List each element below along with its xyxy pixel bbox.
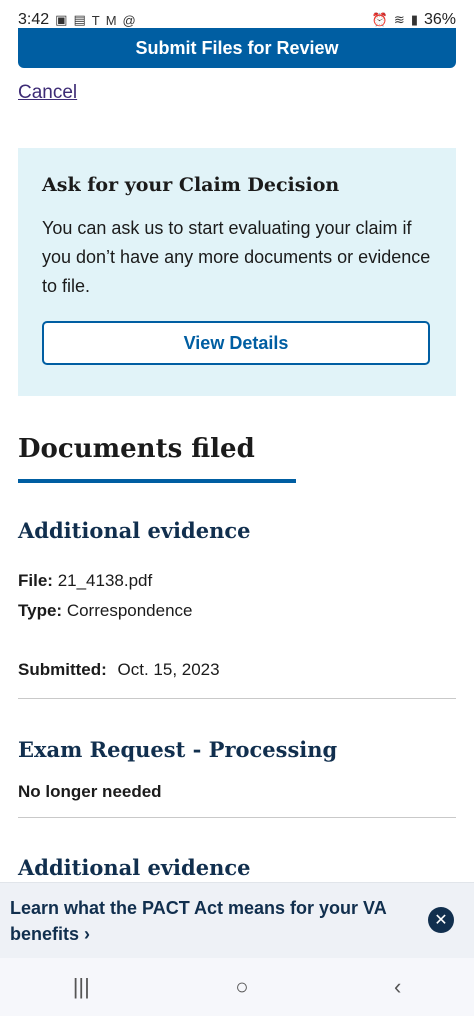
at-icon: @ xyxy=(122,12,136,28)
gmail-icon: M xyxy=(105,12,117,28)
file-label: File: xyxy=(18,571,53,590)
document-status: No longer needed xyxy=(18,782,162,801)
home-icon[interactable]: ○ xyxy=(235,974,248,1000)
type-row: Type: Correspondence xyxy=(18,601,456,621)
recents-icon[interactable]: ||| xyxy=(73,974,90,1000)
view-details-button[interactable]: View Details xyxy=(42,321,430,365)
signal-icon: ▮ xyxy=(410,12,418,27)
document-title: Exam Request - Processing xyxy=(18,737,338,762)
pact-act-link[interactable]: Learn what the PACT Act means for your V… xyxy=(0,895,400,947)
document-title: Additional evidence xyxy=(18,855,251,880)
document-item: Exam Request - Processing No longer need… xyxy=(18,737,456,802)
heading-underline xyxy=(18,479,296,483)
type-label: Type: xyxy=(18,601,63,620)
pact-act-banner: Learn what the PACT Act means for your V… xyxy=(0,882,474,958)
status-time: 3:42 xyxy=(18,11,50,28)
submit-files-button[interactable]: Submit Files for Review xyxy=(18,28,456,68)
claim-decision-title: Ask for your Claim Decision xyxy=(42,174,340,196)
photo-icon: ▤ xyxy=(73,12,86,27)
cancel-link[interactable]: Cancel xyxy=(18,82,77,104)
pact-act-link-text: Learn what the PACT Act means for your V… xyxy=(10,897,387,944)
claim-decision-text: You can ask us to start evaluating your … xyxy=(42,218,431,296)
submitted-row: Submitted: Oct. 15, 2023 xyxy=(18,660,456,680)
claim-decision-box: Ask for your Claim Decision You can ask … xyxy=(18,148,456,396)
battery-percent: 36% xyxy=(423,11,456,28)
submitted-value: Oct. 15, 2023 xyxy=(117,660,220,679)
documents-filed-heading: Documents filed xyxy=(18,434,255,464)
t-mobile-icon: T xyxy=(91,12,100,28)
wifi-icon: ≋ xyxy=(393,12,405,27)
type-value: Correspondence xyxy=(66,601,193,620)
alarm-icon: ⏰ xyxy=(371,12,388,27)
document-item: Additional evidence File: 21_4138.pdf Ty… xyxy=(18,518,456,680)
system-nav-bar: ||| ○ ‹ xyxy=(0,958,474,1016)
gallery-icon: ▣ xyxy=(55,12,68,27)
file-row: File: 21_4138.pdf xyxy=(18,571,456,591)
divider xyxy=(18,817,456,818)
chevron-right-icon: › xyxy=(84,923,91,944)
submitted-label: Submitted: xyxy=(18,660,107,679)
divider xyxy=(18,698,456,699)
document-item: Additional evidence xyxy=(18,855,456,880)
file-value: 21_4138.pdf xyxy=(57,571,153,590)
document-title: Additional evidence xyxy=(18,518,251,543)
back-icon[interactable]: ‹ xyxy=(394,974,401,1000)
close-icon[interactable]: ✕ xyxy=(428,907,454,933)
